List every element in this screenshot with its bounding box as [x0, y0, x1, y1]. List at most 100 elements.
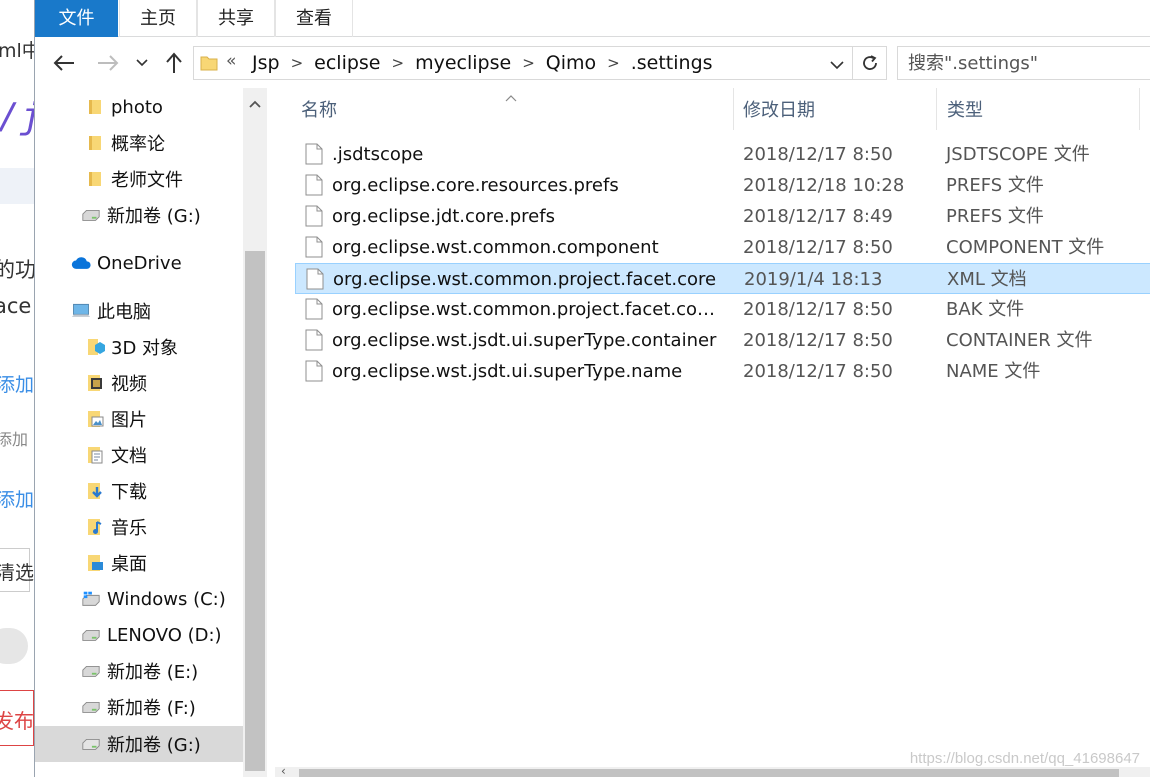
breadcrumb-qimo[interactable]: Qimo [542, 52, 600, 74]
breadcrumb-myeclipse[interactable]: myeclipse [411, 52, 515, 74]
file-explorer-window: 文件 主页 共享 查看 « Jsp > eclipse > myeclipse … [34, 0, 1150, 777]
nav-item-downloads[interactable]: 下载 [35, 474, 267, 508]
nav-item-drive-f[interactable]: 新加卷 (F:) [35, 690, 267, 724]
nav-item-desktop[interactable]: 桌面 [35, 546, 267, 580]
nav-item-label: 此电脑 [97, 302, 151, 323]
file-name: org.eclipse.wst.jsdt.ui.superType.name [332, 361, 683, 382]
bg-link-fragment[interactable]: 添加 [0, 485, 34, 512]
file-row[interactable]: .jsdtscope 2018/12/17 8:50 JSDTSCOPE 文件 [295, 139, 1150, 170]
breadcrumb-separator-icon[interactable]: > [284, 54, 311, 72]
nav-item-drive-g-quick[interactable]: 新加卷 (G:) [35, 198, 267, 232]
breadcrumb-settings[interactable]: .settings [627, 52, 717, 74]
file-list: 名称 修改日期 类型 .jsdtscope 2018/12/17 8:50 JS… [275, 88, 1150, 777]
tab-view[interactable]: 查看 [275, 0, 353, 37]
file-icon [305, 174, 323, 201]
nav-item-drive-g[interactable]: 新加卷 (G:) [35, 726, 267, 762]
nav-item-label: 新加卷 (G:) [107, 735, 201, 756]
nav-item-onedrive[interactable]: OneDrive [35, 246, 267, 280]
nav-item-label: Windows (C:) [107, 588, 226, 610]
nav-item-label: 老师文件 [111, 170, 183, 191]
search-input[interactable] [898, 47, 1150, 79]
nav-item-videos[interactable]: 视频 [35, 366, 267, 400]
nav-item-label: 3D 对象 [111, 338, 179, 359]
chevron-down-icon [136, 59, 148, 67]
file-name: org.eclipse.wst.jsdt.ui.superType.contai… [332, 330, 717, 351]
nav-item-label: 视频 [111, 374, 147, 395]
refresh-button[interactable] [853, 46, 887, 80]
nav-item-drive-c[interactable]: Windows (C:) [35, 582, 267, 616]
nav-item-label: 新加卷 (F:) [107, 698, 196, 719]
nav-item-pictures[interactable]: 图片 [35, 402, 267, 436]
scroll-up-icon[interactable] [243, 88, 267, 120]
scroll-left-icon[interactable]: ‹ [281, 764, 286, 777]
nav-item-drive-d[interactable]: LENOVO (D:) [35, 618, 267, 652]
file-icon [305, 236, 323, 263]
file-type: BAK 文件 [946, 299, 1025, 320]
nav-item-label: 新加卷 (E:) [107, 662, 199, 683]
file-row[interactable]: org.eclipse.core.resources.prefs 2018/12… [295, 170, 1150, 201]
nav-item-3d-objects[interactable]: 3D 对象 [35, 330, 267, 364]
file-name: org.eclipse.wst.common.project.facet.cor… [332, 299, 722, 320]
file-date: 2018/12/17 8:50 [743, 330, 893, 351]
column-header-name[interactable]: 名称 [275, 88, 733, 130]
arrow-right-icon [98, 55, 119, 71]
file-type: PREFS 文件 [946, 175, 1044, 196]
address-bar[interactable]: « Jsp > eclipse > myeclipse > Qimo > .se… [193, 46, 853, 80]
arrow-left-icon [53, 55, 74, 71]
file-name: org.eclipse.core.resources.prefs [332, 175, 619, 196]
nav-item-photo[interactable]: photo [35, 90, 267, 124]
nav-item-this-pc[interactable]: 此电脑 [35, 294, 267, 328]
nav-item-label: 桌面 [111, 554, 147, 575]
up-button[interactable] [157, 46, 191, 80]
bg-text-fragment: 清选 [0, 562, 34, 584]
file-row[interactable]: org.eclipse.wst.jsdt.ui.superType.name 2… [295, 356, 1150, 387]
file-date: 2018/12/17 8:50 [743, 361, 893, 382]
breadcrumb-eclipse[interactable]: eclipse [310, 52, 384, 74]
3d-objects-icon [85, 337, 105, 357]
breadcrumb-separator-icon[interactable]: > [515, 54, 542, 72]
tab-share[interactable]: 共享 [197, 0, 275, 37]
file-row-selected[interactable]: org.eclipse.wst.common.project.facet.cor… [295, 263, 1150, 294]
address-toolbar: « Jsp > eclipse > myeclipse > Qimo > .se… [35, 38, 1150, 88]
tab-file[interactable]: 文件 [35, 0, 118, 37]
file-row[interactable]: org.eclipse.wst.common.component 2018/12… [295, 232, 1150, 263]
chevron-down-icon[interactable] [830, 55, 844, 74]
nav-item-probability[interactable]: 概率论 [35, 126, 267, 160]
bg-text-fragment: 发布t [0, 709, 34, 733]
bg-toggle[interactable] [0, 628, 28, 664]
scrollbar-thumb[interactable] [245, 251, 265, 771]
nav-item-music[interactable]: 音乐 [35, 510, 267, 544]
column-header-overflow[interactable] [1139, 88, 1150, 130]
file-row[interactable]: org.eclipse.wst.jsdt.ui.superType.contai… [295, 325, 1150, 356]
file-row[interactable]: org.eclipse.jdt.core.prefs 2018/12/17 8:… [295, 201, 1150, 232]
file-type: PREFS 文件 [946, 206, 1044, 227]
bg-link-fragment[interactable]: 添加 [0, 370, 34, 397]
nav-item-teacher-files[interactable]: 老师文件 [35, 162, 267, 196]
breadcrumb-separator-icon[interactable]: > [385, 54, 412, 72]
tab-home[interactable]: 主页 [119, 0, 197, 37]
horizontal-scrollbar[interactable]: ‹ [275, 764, 1150, 777]
breadcrumb-jsp[interactable]: Jsp [248, 52, 284, 74]
breadcrumb-separator-icon[interactable]: > [600, 54, 627, 72]
drive-icon [81, 734, 101, 754]
scrollbar-thumb[interactable] [299, 769, 1119, 777]
pictures-folder-icon [85, 409, 105, 429]
nav-item-drive-e[interactable]: 新加卷 (E:) [35, 654, 267, 688]
drive-icon [81, 697, 101, 717]
back-button[interactable] [47, 46, 81, 80]
nav-item-documents[interactable]: 文档 [35, 438, 267, 472]
forward-button[interactable] [91, 46, 125, 80]
file-row[interactable]: org.eclipse.wst.common.project.facet.cor… [295, 294, 1150, 325]
nav-pane-scrollbar[interactable] [243, 88, 267, 777]
column-header-type[interactable]: 类型 [936, 88, 1139, 130]
breadcrumb-overflow[interactable]: « [226, 51, 236, 71]
nav-item-label: OneDrive [97, 252, 182, 274]
file-icon [305, 143, 323, 170]
recent-locations-button[interactable] [129, 46, 155, 80]
nav-item-label: 音乐 [111, 518, 147, 539]
nav-item-label: 文档 [111, 446, 147, 467]
bg-text-fragment: 的功 [0, 258, 34, 282]
column-header-date[interactable]: 修改日期 [733, 88, 936, 130]
search-box[interactable] [897, 46, 1150, 80]
file-date: 2018/12/17 8:49 [743, 206, 893, 227]
